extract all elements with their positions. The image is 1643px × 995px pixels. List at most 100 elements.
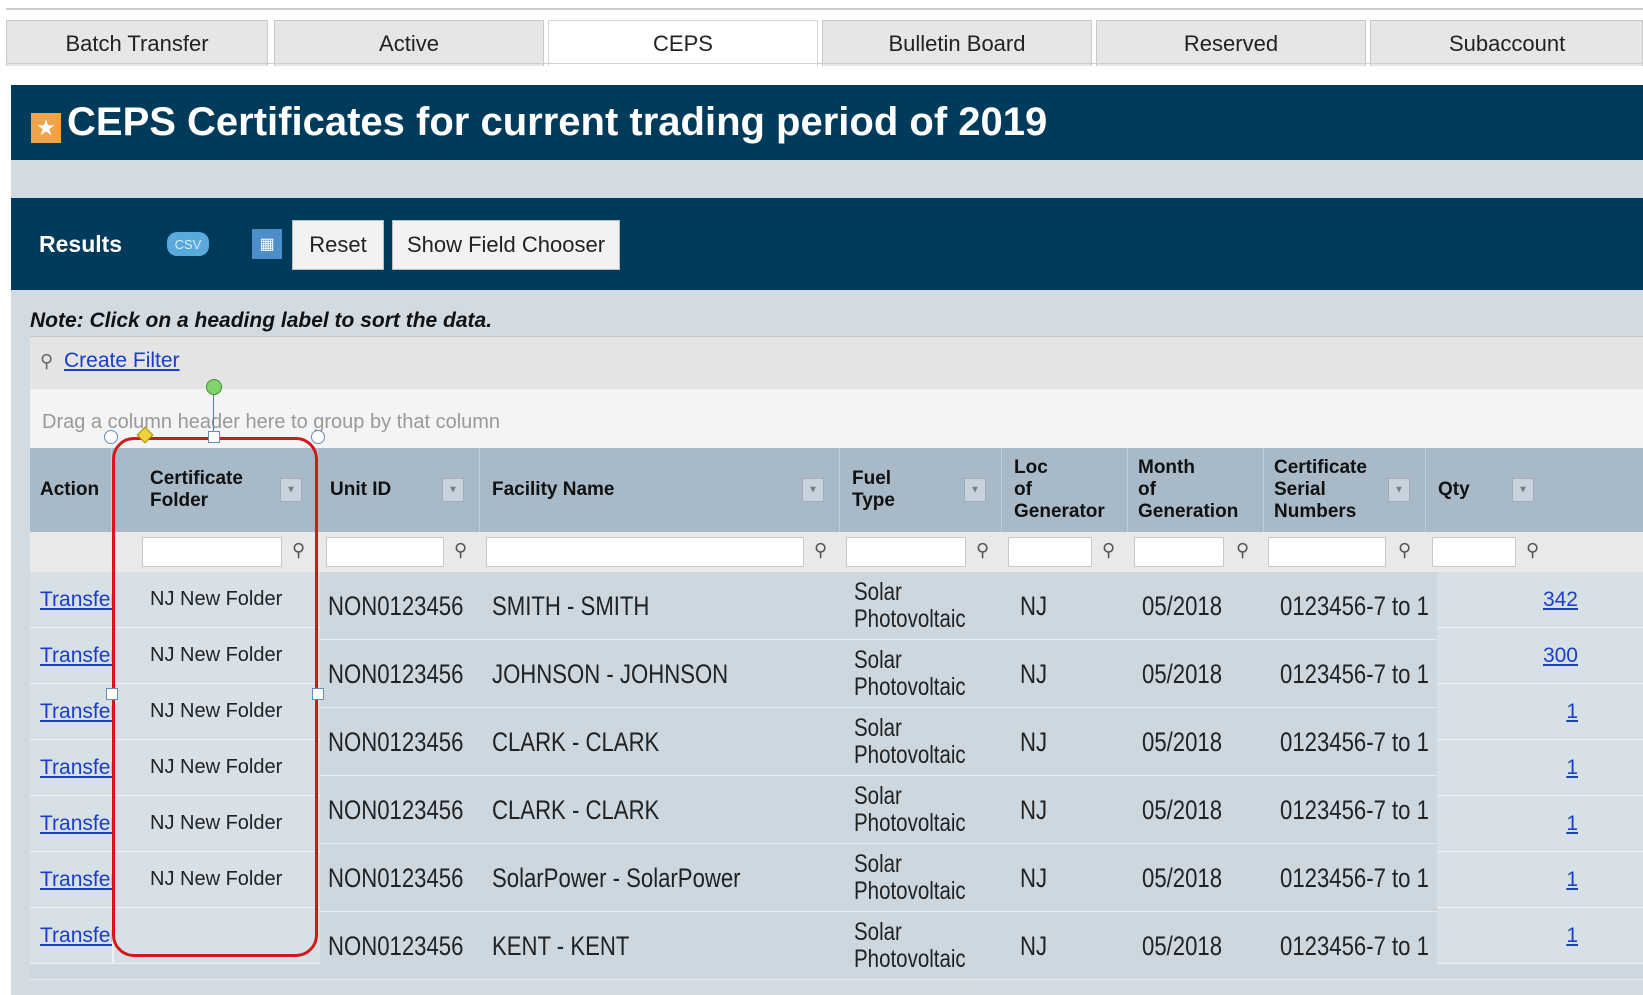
qty-link[interactable]: 1 — [1566, 868, 1578, 892]
csv-export-icon[interactable]: CSV — [167, 232, 209, 256]
selection-highlight[interactable] — [112, 437, 318, 957]
resize-handle-top-left[interactable] — [104, 430, 118, 444]
resize-handle-right[interactable] — [312, 688, 324, 700]
header-spacer — [11, 160, 1643, 198]
facility-name-cell: SolarPower - SolarPower — [492, 862, 741, 893]
unit-id-cell: NON0123456 — [328, 590, 464, 621]
unit-id-cell: NON0123456 — [328, 862, 464, 893]
tab-label: Batch Transfer — [65, 30, 209, 56]
transfer-link[interactable]: Transfer — [40, 868, 112, 891]
fuel-line: Photovoltaic — [854, 877, 966, 905]
header-label: Type — [852, 490, 895, 511]
qty-link[interactable]: 1 — [1566, 756, 1578, 780]
column-menu-icon[interactable]: ▾ — [802, 478, 824, 502]
qty-link[interactable]: 342 — [1543, 588, 1578, 612]
column-header-unit-id[interactable]: Unit ID ▾ — [318, 448, 480, 532]
transfer-link[interactable]: Transfer — [40, 812, 112, 835]
fuel-type-cell: Solar Photovoltaic — [854, 783, 966, 837]
fuel-line: Photovoltaic — [854, 741, 966, 769]
column-header-fuel-type[interactable]: Fuel Type ▾ — [840, 448, 1002, 532]
reset-button[interactable]: Reset — [292, 220, 384, 270]
month-cell: 05/2018 — [1142, 794, 1223, 825]
qty-link[interactable]: 1 — [1566, 924, 1578, 948]
month-filter-input[interactable] — [1134, 537, 1224, 567]
create-filter-link[interactable]: Create Filter — [64, 349, 180, 373]
qty-link[interactable]: 1 — [1566, 700, 1578, 724]
tab-bulletin-board[interactable]: Bulletin Board — [822, 20, 1092, 66]
month-cell: 05/2018 — [1142, 930, 1223, 961]
tab-active[interactable]: Active — [274, 20, 544, 66]
column-menu-icon[interactable]: ▾ — [442, 478, 464, 502]
fuel-type-cell: Solar Photovoltaic — [854, 851, 966, 905]
header-label: of — [1014, 479, 1032, 500]
transfer-link[interactable]: Transfer — [40, 756, 112, 779]
facility-filter-input[interactable] — [486, 537, 804, 567]
unit-id-cell: NON0123456 — [328, 726, 464, 757]
month-cell: 05/2018 — [1142, 590, 1223, 621]
filter-icon[interactable]: ⚲ — [1526, 540, 1539, 561]
serial-filter-input[interactable] — [1268, 537, 1386, 567]
qty-row: 1 — [1437, 852, 1643, 908]
header-label: Numbers — [1274, 501, 1357, 522]
fuel-filter-input[interactable] — [846, 537, 966, 567]
column-header-qty[interactable]: Qty ▾ — [1426, 448, 1643, 532]
tab-batch-transfer[interactable]: Batch Transfer — [6, 20, 268, 66]
fuel-line: Solar — [854, 646, 902, 674]
column-menu-icon[interactable]: ▾ — [1388, 478, 1410, 502]
transfer-link[interactable]: Transfer — [40, 924, 112, 947]
qty-row: 1 — [1437, 796, 1643, 852]
excel-export-icon[interactable]: ▦ — [252, 229, 282, 259]
unit-id-filter-input[interactable] — [326, 537, 444, 567]
resize-handle-top-right[interactable] — [311, 430, 325, 444]
filter-bar: ⚲ Create Filter — [30, 336, 1643, 389]
transfer-link[interactable]: Transfer — [40, 700, 112, 723]
resize-handle-left[interactable] — [106, 688, 118, 700]
filter-icon[interactable]: ⚲ — [814, 540, 827, 561]
column-header-action[interactable]: Action — [30, 448, 112, 532]
month-cell: 05/2018 — [1142, 726, 1223, 757]
tab-reserved[interactable]: Reserved — [1096, 20, 1366, 66]
fuel-line: Photovoltaic — [854, 605, 966, 633]
tab-label: Bulletin Board — [888, 30, 1026, 56]
header-label: Serial — [1274, 479, 1326, 500]
transfer-link[interactable]: Transfer — [40, 644, 112, 667]
tab-bar: Batch Transfer Active CEPS Bulletin Boar… — [6, 8, 1643, 66]
filter-icon[interactable]: ⚲ — [1102, 540, 1115, 561]
header-label: Generation — [1138, 501, 1239, 522]
facility-name-cell: CLARK - CLARK — [492, 726, 660, 757]
tab-label: CEPS — [653, 30, 713, 56]
loc-filter-input[interactable] — [1008, 537, 1092, 567]
qty-filter-input[interactable] — [1432, 537, 1516, 567]
filter-icon[interactable]: ⚲ — [454, 540, 467, 561]
qty-link[interactable]: 300 — [1543, 644, 1578, 668]
loc-cell: NJ — [1020, 930, 1048, 961]
page-title: CEPS Certificates for current trading pe… — [67, 100, 1048, 144]
column-menu-icon[interactable]: ▾ — [964, 478, 986, 502]
serial-cell: 0123456-7 to 1 — [1280, 726, 1429, 757]
column-header-loc-of-generator[interactable]: Loc of Generator — [1002, 448, 1128, 532]
column-header-facility-name[interactable]: Facility Name ▾ — [480, 448, 840, 532]
results-label: Results — [39, 231, 123, 257]
serial-cell: 0123456-7 to 1 — [1280, 794, 1429, 825]
filter-icon[interactable]: ⚲ — [1398, 540, 1411, 561]
rotate-handle[interactable] — [206, 379, 222, 395]
column-menu-icon[interactable]: ▾ — [1512, 478, 1534, 502]
column-header-month-of-generation[interactable]: Month of Generation — [1128, 448, 1264, 532]
tab-subaccount[interactable]: Subaccount — [1370, 20, 1643, 66]
qty-link[interactable]: 1 — [1566, 812, 1578, 836]
tab-ceps[interactable]: CEPS — [548, 20, 818, 66]
column-header-certificate-serial-numbers[interactable]: Certificate Serial Numbers ▾ — [1264, 448, 1426, 532]
fuel-line: Solar — [854, 782, 902, 810]
header-label: Action — [40, 479, 100, 500]
serial-cell: 0123456-7 to 1 — [1280, 658, 1429, 689]
filter-icon[interactable]: ⚲ — [1236, 540, 1249, 561]
transfer-link[interactable]: Transfer — [40, 588, 112, 611]
tab-divider — [6, 63, 1643, 64]
resize-handle-top[interactable] — [208, 431, 220, 443]
loc-cell: NJ — [1020, 658, 1048, 689]
filter-icon[interactable]: ⚲ — [976, 540, 989, 561]
loc-cell: NJ — [1020, 862, 1048, 893]
show-field-chooser-button[interactable]: Show Field Chooser — [392, 220, 620, 270]
serial-cell: 0123456-7 to 1 — [1280, 862, 1429, 893]
sort-note: Note: Click on a heading label to sort t… — [30, 309, 493, 332]
